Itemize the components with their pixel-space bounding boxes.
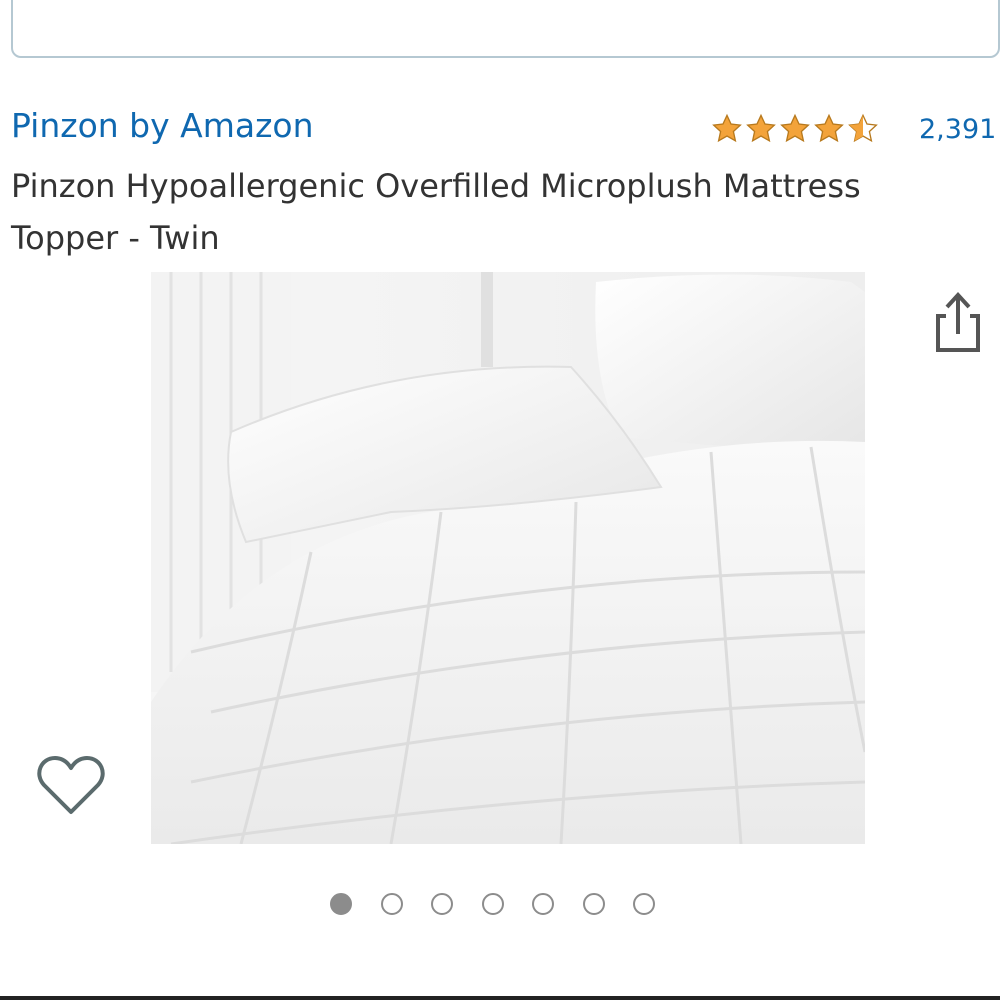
star-rating xyxy=(711,113,879,145)
star-icon xyxy=(780,113,810,143)
share-button[interactable] xyxy=(930,290,986,356)
carousel-dot[interactable] xyxy=(431,893,453,915)
half-star-icon xyxy=(848,113,878,143)
review-count[interactable]: 2,391 xyxy=(919,114,996,145)
carousel-indicator xyxy=(330,893,655,915)
star-icon xyxy=(712,113,742,143)
brand-link[interactable]: Pinzon by Amazon xyxy=(11,106,314,145)
carousel-dot[interactable] xyxy=(582,893,605,915)
product-title: Pinzon Hypoallergenic Overfilled Micropl… xyxy=(11,167,861,257)
product-image[interactable] xyxy=(151,272,865,844)
star-icon xyxy=(746,113,776,143)
search-input[interactable] xyxy=(11,0,1000,58)
rating-summary[interactable]: 2,391 xyxy=(711,109,996,149)
share-icon xyxy=(936,292,980,352)
heart-icon xyxy=(37,756,105,814)
carousel-dot[interactable] xyxy=(380,893,403,915)
product-detail-page: Pinzon by Amazon 2,391 Pinzon Hypoallerg… xyxy=(0,0,1000,1000)
star-icon xyxy=(814,113,844,143)
carousel-dot[interactable] xyxy=(633,893,655,915)
carousel-dot[interactable] xyxy=(481,893,504,915)
bottom-divider xyxy=(0,996,1000,1000)
wishlist-button[interactable] xyxy=(36,752,106,818)
carousel-dot[interactable] xyxy=(330,893,352,915)
carousel-dot[interactable] xyxy=(532,893,554,915)
